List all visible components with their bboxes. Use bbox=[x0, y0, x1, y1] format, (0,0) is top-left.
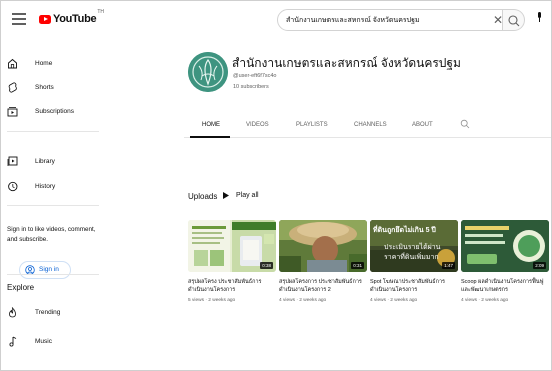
sidebar-item-label: Shorts bbox=[35, 83, 54, 91]
video-meta: 4 views · 2 weeks ago bbox=[461, 298, 509, 303]
tab-channels[interactable]: CHANNELS bbox=[354, 122, 387, 128]
sidebar-item-label: Subscriptions bbox=[35, 107, 75, 115]
tab-playlists[interactable]: PLAYLISTS bbox=[296, 122, 328, 128]
youtube-play-icon bbox=[39, 14, 51, 24]
channel-avatar[interactable] bbox=[188, 52, 228, 92]
sidebar-divider bbox=[7, 131, 99, 132]
logo-text: YouTube bbox=[53, 13, 97, 25]
play-all-label: Play all bbox=[236, 192, 259, 199]
video-duration: 0:31 bbox=[351, 262, 364, 269]
video-thumbnail[interactable]: 0:38 bbox=[188, 220, 276, 272]
hamburger-menu-icon[interactable] bbox=[12, 13, 26, 25]
video-meta: 4 views · 2 weeks ago bbox=[279, 298, 327, 303]
sidebar-item-history[interactable]: History bbox=[1, 176, 103, 196]
thumbnail-caption: ที่ดินถูกยึดไม่เกิน 5 ปี bbox=[373, 227, 436, 234]
sidebar-divider bbox=[7, 205, 99, 206]
sidebar-item-label: Home bbox=[35, 59, 53, 67]
uploads-heading[interactable]: Uploads bbox=[188, 192, 217, 201]
music-icon bbox=[9, 336, 17, 347]
channel-search-icon[interactable] bbox=[460, 119, 470, 129]
video-duration: 0:38 bbox=[260, 262, 273, 269]
youtube-channel-page: YouTube TH สำนักงานเกษตรและสหกรณ์ จังหวั… bbox=[0, 0, 552, 371]
video-title[interactable]: สรุปผลโครง ประชาสัมพันธ์การดำเนินงานโครง… bbox=[188, 278, 276, 294]
subscriber-count: 10 subscribers bbox=[233, 84, 269, 90]
video-thumbnail[interactable]: 2:09 bbox=[461, 220, 549, 272]
history-icon bbox=[8, 181, 18, 191]
subscriptions-icon bbox=[7, 106, 18, 116]
clear-search-icon[interactable]: ✕ bbox=[493, 13, 503, 27]
sidebar-item-library[interactable]: Library bbox=[1, 151, 103, 171]
sign-in-button[interactable]: Sign in bbox=[19, 261, 71, 279]
sidebar-item-subscriptions[interactable]: Subscriptions bbox=[1, 101, 103, 121]
play-all-button[interactable]: Play all bbox=[223, 192, 259, 199]
signin-prompt: Sign in to like videos, comment, and sub… bbox=[7, 226, 96, 243]
video-thumbnail[interactable]: 0:31 bbox=[279, 220, 367, 272]
microphone-icon[interactable] bbox=[537, 12, 542, 22]
tab-about[interactable]: ABOUT bbox=[412, 122, 433, 128]
sidebar-item-label: Trending bbox=[35, 308, 61, 316]
sign-in-label: Sign in bbox=[39, 266, 59, 273]
sidebar-item-home[interactable]: Home bbox=[1, 53, 103, 73]
youtube-logo[interactable]: YouTube TH bbox=[39, 9, 104, 27]
sidebar-item-shorts[interactable]: Shorts bbox=[1, 77, 103, 97]
search-button[interactable] bbox=[503, 9, 525, 31]
video-duration: 1:47 bbox=[442, 262, 455, 269]
sidebar-item-trending[interactable]: Trending bbox=[1, 302, 103, 322]
active-tab-indicator bbox=[190, 136, 230, 138]
search-icon bbox=[508, 15, 520, 27]
channel-tabs: HOME VIDEOS PLAYLISTS CHANNELS ABOUT bbox=[184, 116, 551, 138]
logo-country-code: TH bbox=[97, 9, 104, 15]
video-duration: 2:09 bbox=[533, 262, 546, 269]
thumbnail-caption: ราคาที่ดินเพิ่มมาก bbox=[384, 254, 439, 261]
video-meta: 5 views · 2 weeks ago bbox=[188, 298, 236, 303]
search-query: สำนักงานเกษตรและสหกรณ์ จังหวัดนครปฐม bbox=[286, 17, 420, 24]
trending-icon bbox=[9, 306, 16, 317]
sidebar-divider bbox=[7, 274, 99, 275]
video-title[interactable]: สรุปผลโครงการ ประชาสัมพันธ์การดำเนินงานโ… bbox=[279, 278, 367, 294]
tab-home[interactable]: HOME bbox=[202, 122, 220, 128]
top-bar: YouTube TH สำนักงานเกษตรและสหกรณ์ จังหวั… bbox=[1, 1, 551, 39]
home-icon bbox=[8, 58, 17, 68]
explore-heading: Explore bbox=[7, 283, 35, 292]
video-title[interactable]: Scoop ผลดำเนินงานโครงการฟื้นฟูและพัฒนาเก… bbox=[461, 278, 549, 294]
channel-handle: @user-eft6f7sc4o bbox=[233, 73, 277, 79]
play-icon bbox=[223, 192, 229, 199]
sidebar-item-label: Library bbox=[35, 157, 55, 165]
tab-videos[interactable]: VIDEOS bbox=[246, 122, 269, 128]
video-meta: 4 views · 2 weeks ago bbox=[370, 298, 418, 303]
channel-name: สำนักงานเกษตรและสหกรณ์ จังหวัดนครปฐม bbox=[232, 56, 461, 70]
sidebar-item-label: Music bbox=[35, 337, 52, 345]
sidebar: Home Shorts Subscriptions Library Histor… bbox=[1, 39, 103, 370]
sidebar-item-label: History bbox=[35, 182, 56, 190]
channel-emblem-icon bbox=[188, 52, 228, 92]
video-thumbnail[interactable]: ที่ดินถูกยึดไม่เกิน 5 ปี ประเมินรายได้ผ่… bbox=[370, 220, 458, 272]
library-icon bbox=[7, 156, 18, 166]
shorts-icon bbox=[8, 81, 17, 93]
search-input[interactable]: สำนักงานเกษตรและสหกรณ์ จังหวัดนครปฐม ✕ bbox=[277, 9, 503, 31]
sidebar-item-music[interactable]: Music bbox=[1, 331, 103, 351]
video-title[interactable]: Spot โฆษณาประชาสัมพันธ์การดำเนินงานโครงก… bbox=[370, 278, 458, 294]
